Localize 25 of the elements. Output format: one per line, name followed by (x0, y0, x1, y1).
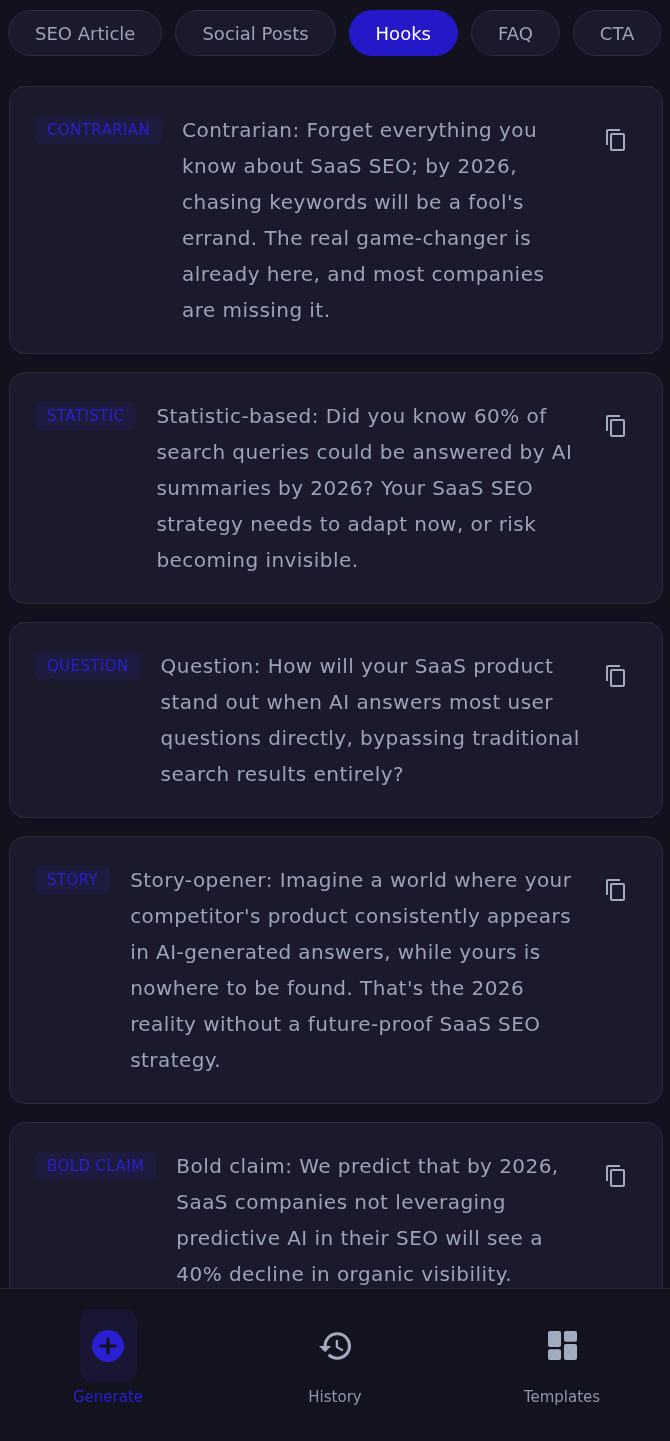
hook-tag: QUESTION (35, 652, 141, 680)
hook-tag: STORY (35, 866, 111, 894)
hook-text: Question: How will your SaaS product stand out when AI answers most user questions directly, bypassing traditional search results entirely? (160, 653, 581, 788)
nav-button[interactable]: Templates (462, 1289, 662, 1406)
copy-icon[interactable] (606, 129, 625, 151)
hook-text: Statistic-based: Did you know 60% of search queries could be answered by AI summaries by 2026? Your SaaS SEO strategy needs to adapt now, or risk becoming invisible. (156, 403, 574, 574)
tab[interactable]: Social Posts (175, 10, 336, 56)
hook-text: Contrarian: Forget everything you know about SaaS SEO; by 2026, chasing keywords will be a fool's errand. The real game-changer is already here, and most companies are missing it. (182, 117, 546, 324)
copy-icon[interactable] (606, 415, 625, 437)
dashboard-grid-icon (547, 1331, 577, 1360)
hook-text: Story-opener: Imagine a world where your competitor's product consistently appears in AI-generated answers, while yours is nowhere to be found. That's the 2026 reality without a future-proof SaaS SEO strategy. (130, 867, 573, 1074)
hook-tag: BOLD CLAIM (35, 1152, 157, 1180)
copy-icon[interactable] (606, 1165, 625, 1187)
hook-tag: CONTRARIAN (35, 116, 163, 144)
copy-icon[interactable] (606, 665, 625, 687)
nav-button[interactable]: History (235, 1289, 435, 1406)
hook-tag: STATISTIC (35, 402, 137, 430)
tab[interactable]: FAQ (470, 10, 560, 56)
plus-circle-icon (92, 1329, 124, 1362)
hook-text: Bold claim: We predict that by 2026, SaaS companies not leveraging predictive AI in their SEO will see a 40% decline in organic visibility. (176, 1153, 560, 1288)
tab[interactable]: CTA (572, 10, 662, 56)
clock-icon (319, 1331, 351, 1360)
tab[interactable]: Hooks (348, 10, 458, 56)
tab[interactable]: SEO Article (8, 10, 163, 56)
copy-icon[interactable] (606, 879, 625, 901)
